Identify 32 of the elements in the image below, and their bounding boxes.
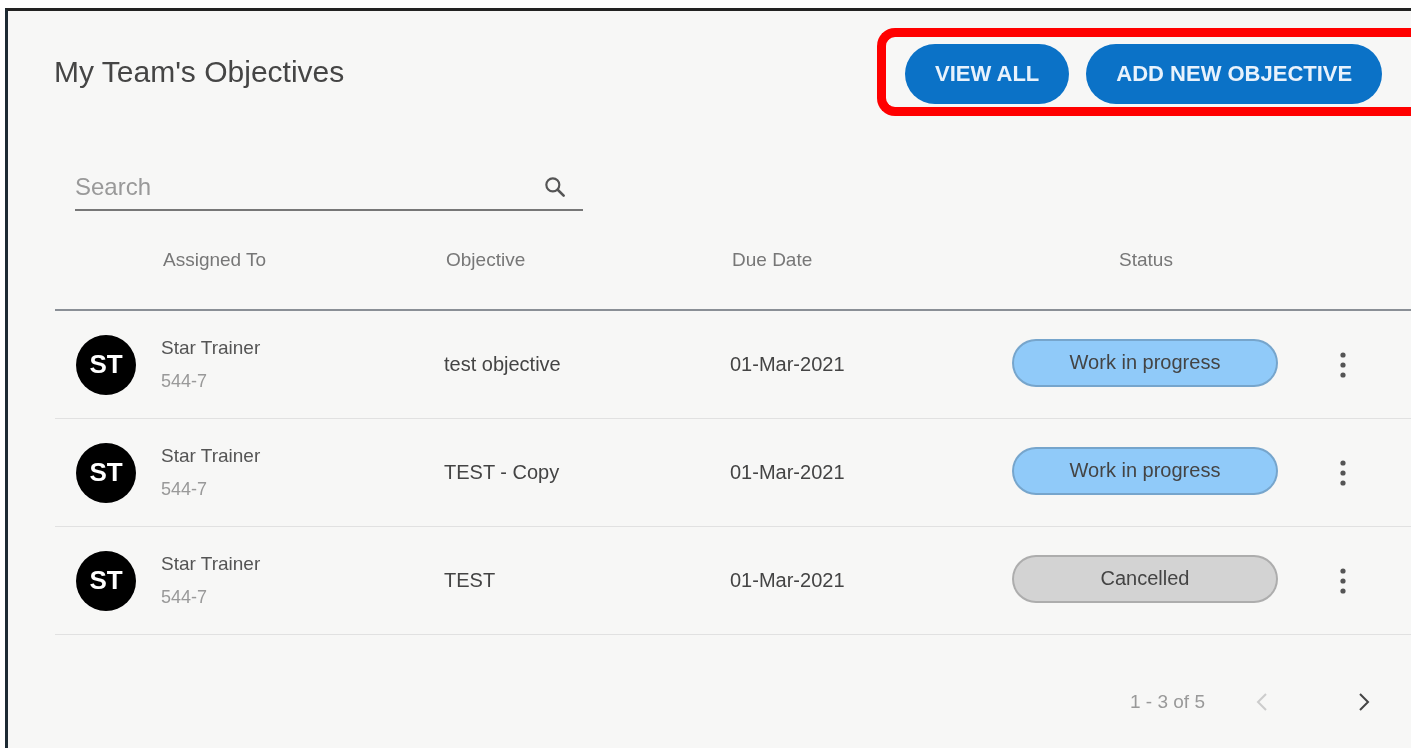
add-objective-button[interactable]: ADD NEW OBJECTIVE [1086, 44, 1383, 104]
due-date: 01-Mar-2021 [730, 569, 846, 592]
status-badge: Work in progress [1012, 446, 1278, 495]
status-badge: Cancelled [1012, 554, 1278, 603]
more-options-icon[interactable] [1338, 566, 1347, 595]
column-header: Due Date [731, 249, 814, 271]
page-range: 1 - 3 of 5 [1130, 691, 1205, 713]
column-header: Objective [445, 249, 527, 271]
due-date: 01-Mar-2021 [730, 353, 846, 376]
next-page-icon[interactable] [1357, 691, 1371, 713]
objective-text: TEST - Copy [444, 461, 561, 484]
more-options-icon[interactable] [1338, 350, 1347, 379]
assignee-id: 544-7 [161, 587, 209, 608]
search-field[interactable]: Search [75, 165, 583, 211]
due-date: 01-Mar-2021 [730, 461, 846, 484]
objective-text: TEST [444, 569, 497, 592]
avatar: ST [76, 442, 136, 503]
objective-text: test objective [444, 353, 562, 376]
column-header: Status [1119, 249, 1173, 270]
search-icon [542, 174, 568, 200]
status-badge: Work in progress [1012, 338, 1278, 387]
more-options-icon[interactable] [1338, 458, 1347, 487]
assignee-id: 544-7 [161, 479, 209, 500]
page-title: My Team's Objectives [54, 55, 345, 89]
assignee-name: Star Trainer [161, 445, 262, 467]
avatar: ST [76, 334, 136, 395]
column-header: Assigned To [162, 249, 268, 271]
view-all-button[interactable]: VIEW ALL [905, 44, 1070, 104]
assignee-name: Star Trainer [161, 337, 262, 359]
assignee-id: 544-7 [161, 371, 209, 392]
assignee-name: Star Trainer [161, 553, 262, 575]
avatar: ST [76, 550, 136, 611]
